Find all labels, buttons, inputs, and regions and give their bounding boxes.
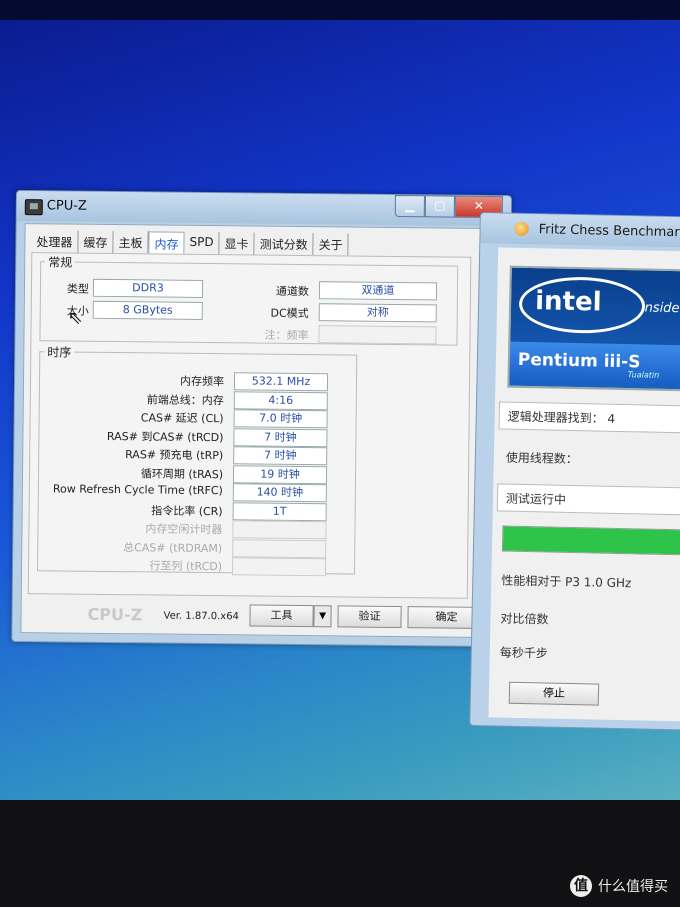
logical-processors-field: 逻辑处理器找到： 4 — [498, 401, 680, 434]
timing-label: RAS# 预充电 (tRP) — [125, 448, 224, 463]
logical-processors-text: 逻辑处理器找到： 4 — [507, 409, 616, 426]
fritz-window: Fritz Chess Benchmark intel inside Penti… — [469, 212, 680, 731]
timing-label: CAS# 延迟 (CL) — [140, 411, 224, 426]
tab-mainboard[interactable]: 主板 — [113, 231, 149, 254]
tab-bench[interactable]: 测试分数 — [254, 232, 314, 256]
intel-logo-word: intel — [534, 286, 602, 318]
version-label: Ver. 1.87.0.x64 — [163, 610, 240, 623]
timing-value — [231, 557, 327, 577]
tab-about[interactable]: 关于 — [313, 233, 349, 256]
timing-label: 循环周期 (tRAS) — [140, 466, 224, 481]
size-value: 8 GBytes — [92, 300, 203, 320]
tab-graphics[interactable]: 显卡 — [219, 232, 255, 255]
timing-value: 140 时钟 — [232, 483, 327, 503]
fritz-app-icon — [514, 221, 529, 237]
cpuz-title: CPU-Z — [46, 198, 87, 214]
memory-panel: 常规 类型 DDR3 大小 8 GBytes 通道数 双通道 DC模式 对称 注… — [27, 252, 472, 599]
ratio-label: 对比倍数 — [500, 611, 549, 627]
timing-value: 532.1 MHz — [233, 372, 329, 392]
timing-label: 内存频率 — [179, 374, 225, 389]
timings-legend: 时序 — [47, 345, 72, 360]
channels-value: 双通道 — [318, 281, 438, 301]
intel-logo: intel inside Pentium iii-S Tualatin — [507, 265, 680, 392]
timing-value: 4:16 — [233, 390, 328, 410]
nb-freq-label: 注：频率 — [264, 328, 309, 343]
timing-label: 前端总线：内存 — [146, 392, 224, 407]
running-label: 测试运行中 — [505, 491, 567, 507]
general-group: 常规 类型 DDR3 大小 8 GBytes 通道数 双通道 DC模式 对称 注… — [39, 253, 459, 346]
tab-caches[interactable]: 缓存 — [78, 230, 114, 254]
running-field: 测试运行中 — [496, 483, 680, 516]
minimize-button[interactable]: ▁ — [394, 194, 425, 218]
timings-group: 时序 内存频率 532.1 MHz 前端总线：内存 4:16 CAS# 延迟 (CL) 7… — [37, 343, 358, 577]
dc-mode-value: 对称 — [318, 303, 437, 323]
general-legend: 常规 — [48, 255, 73, 270]
relative-label: 性能相对于 P3 1.0 GHz — [501, 573, 632, 591]
tab-cpu[interactable]: 处理器 — [31, 230, 79, 253]
timing-label: 总CAS# (tRDRAM) — [123, 540, 223, 555]
timing-label: 行至列 (tRCD) — [149, 559, 223, 574]
watermark: 值 什么值得买 — [570, 875, 668, 897]
type-label: 类型 — [66, 282, 90, 296]
tools-dropdown-icon[interactable]: ▼ — [313, 605, 332, 628]
cpuz-window: CPU-Z ▁ ▢ ✕ 处理器 缓存 主板 内存 SPD 显卡 测试分数 关于 … — [11, 190, 512, 648]
knps-label: 每秒千步 — [499, 645, 548, 661]
threads-field: 使用线程数： — [498, 443, 680, 473]
validate-button[interactable]: 验证 — [337, 605, 402, 629]
timing-label: RAS# 到CAS# (tRCD) — [106, 429, 224, 444]
watermark-text: 什么值得买 — [598, 879, 668, 895]
timing-value: 7 时钟 — [233, 427, 328, 447]
cpuz-titlebar[interactable]: CPU-Z ▁ ▢ ✕ — [16, 191, 511, 227]
timing-label: Row Refresh Cycle Time (tRFC) — [52, 482, 223, 498]
timing-label: 指令比率 (CR) — [151, 503, 223, 518]
monitor-top-edge — [0, 0, 680, 20]
timing-value: 1T — [232, 501, 327, 521]
mouse-pointer-icon: ⇖ — [67, 307, 83, 329]
cpuz-app-icon — [24, 199, 43, 216]
cpuz-footer: CPU-Z Ver. 1.87.0.x64 工具 ▼ 验证 确定 — [21, 596, 497, 637]
timing-value — [232, 538, 327, 558]
dc-mode-label: DC模式 — [270, 306, 309, 321]
timing-value — [232, 520, 327, 540]
timing-value: 19 时钟 — [232, 464, 328, 484]
stop-button[interactable]: 停止 — [508, 681, 600, 706]
progress-bar — [501, 525, 680, 556]
tab-spd[interactable]: SPD — [184, 231, 220, 255]
tools-button[interactable]: 工具 — [249, 604, 314, 628]
intel-logo-inside: inside — [640, 300, 680, 317]
intel-product-sub: Tualatin — [627, 370, 660, 380]
timing-label: 内存空闲计时器 — [145, 522, 223, 537]
intel-product-name: Pentium iii-S — [517, 349, 641, 373]
fritz-title: Fritz Chess Benchmark — [538, 222, 680, 241]
cpuz-content: 处理器 缓存 主板 内存 SPD 显卡 测试分数 关于 常规 类型 DDR3 大… — [20, 223, 503, 639]
threads-label: 使用线程数： — [505, 450, 579, 467]
fritz-content: intel inside Pentium iii-S Tualatin 逻辑处理… — [488, 247, 680, 722]
cpuz-brand-logo: CPU-Z — [87, 604, 143, 625]
watermark-logo-icon: 值 — [570, 875, 592, 897]
type-value: DDR3 — [92, 278, 204, 298]
timing-value: 7 时钟 — [233, 446, 328, 466]
nb-freq-value — [318, 325, 437, 345]
progress-fill — [502, 526, 680, 555]
timing-value: 7.0 时钟 — [233, 409, 328, 429]
maximize-button[interactable]: ▢ — [424, 195, 455, 218]
fritz-titlebar[interactable]: Fritz Chess Benchmark — [480, 213, 680, 248]
tab-memory[interactable]: 内存 — [148, 231, 185, 254]
channels-label: 通道数 — [275, 284, 310, 299]
